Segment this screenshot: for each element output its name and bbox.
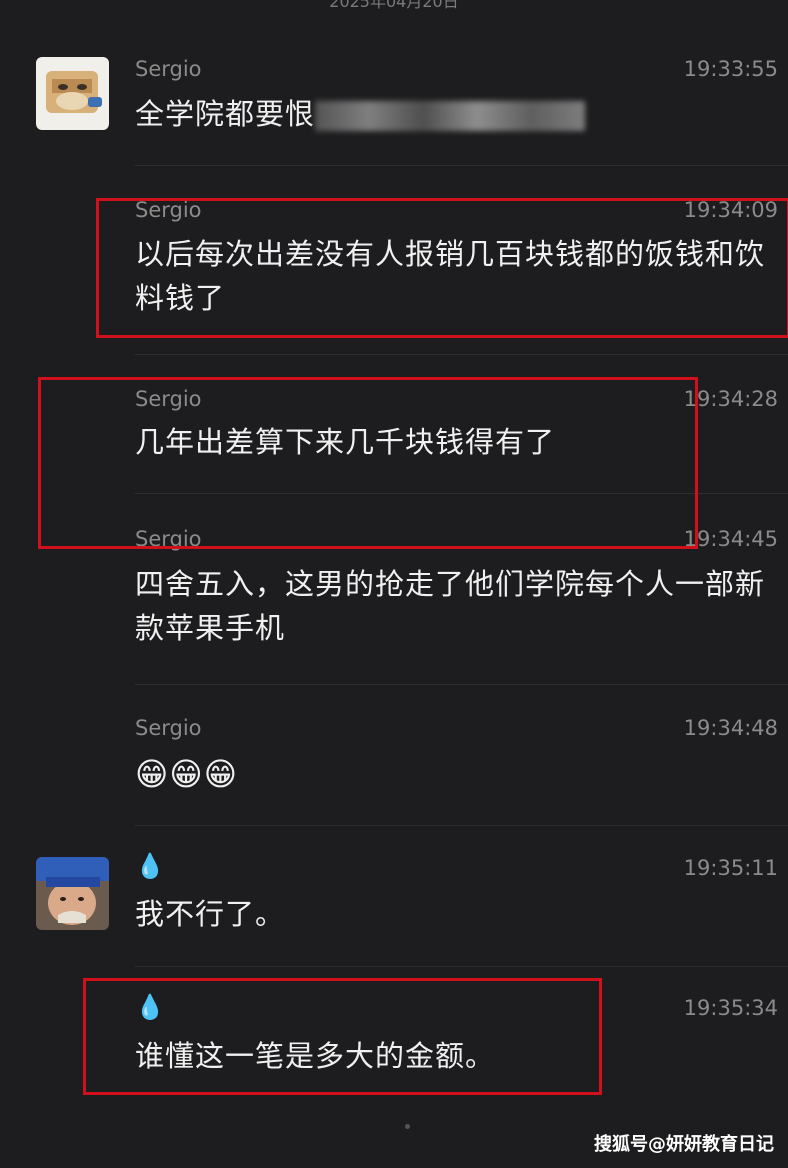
divider: [135, 966, 788, 967]
date-header: 2025年04月20日: [329, 0, 459, 11]
redacted-blur: [315, 101, 586, 131]
divider: [135, 165, 788, 166]
highlight-box: [96, 198, 788, 338]
dog-avatar[interactable]: [36, 57, 109, 130]
message-time: 19:34:48: [683, 716, 778, 740]
message-time: 19:33:55: [683, 57, 778, 81]
sender-name: Sergio: [135, 716, 202, 740]
message-time: 19:35:34: [683, 996, 778, 1020]
highlight-box: [38, 377, 698, 549]
grinning-emoji: 😁😁😁: [135, 755, 239, 793]
divider: [135, 684, 788, 685]
message-text: 全学院都要恨: [135, 92, 776, 136]
message-time: 19:35:11: [683, 856, 778, 880]
highlight-box: [83, 978, 602, 1095]
man-avatar[interactable]: [36, 857, 109, 930]
sender-name: Sergio: [135, 57, 202, 81]
water-drop-icon: 💧: [135, 852, 165, 880]
message-text: 我不行了。: [135, 897, 286, 931]
watermark: 搜狐号@妍妍教育日记: [594, 1134, 774, 1155]
scroll-indicator: [405, 1124, 410, 1129]
message-text-visible: 全学院都要恨: [135, 97, 316, 131]
message-text: 四舍五入，这男的抢走了他们学院每个人一部新款苹果手机: [135, 567, 766, 645]
divider: [135, 354, 788, 355]
divider: [135, 825, 788, 826]
